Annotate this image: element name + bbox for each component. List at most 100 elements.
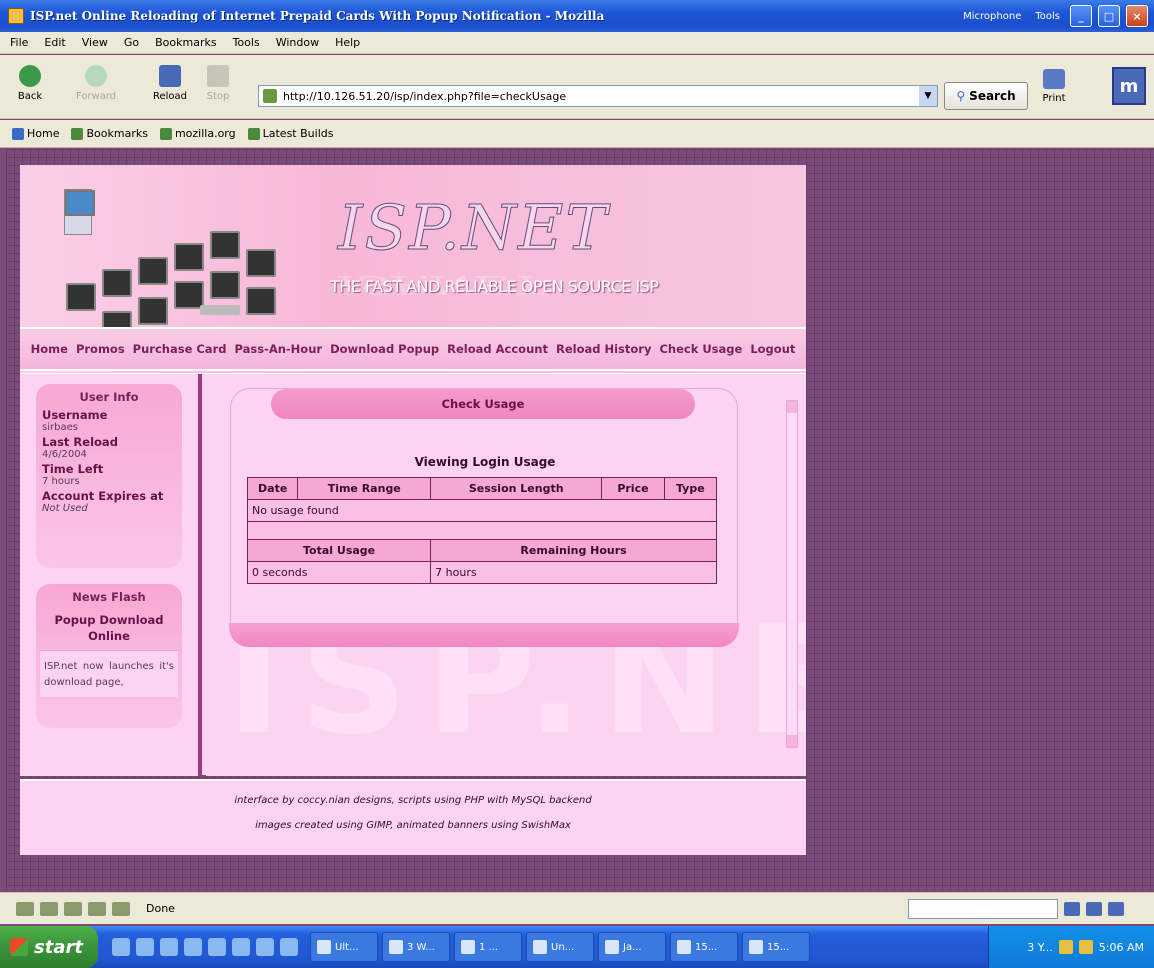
quick-launch: [112, 938, 298, 956]
task-button[interactable]: Ult...: [310, 932, 378, 962]
scroll-down-icon[interactable]: [787, 735, 797, 747]
site-footer: interface by coccy.nian designs, scripts…: [20, 779, 806, 855]
content-area: ISP.NET Check Usage Viewing Login Usage …: [206, 374, 806, 776]
task-button[interactable]: 15...: [742, 932, 810, 962]
app-icon[interactable]: [208, 938, 226, 956]
clock[interactable]: 5:06 AM: [1099, 941, 1144, 954]
folder-icon[interactable]: [256, 938, 274, 956]
chat-icon[interactable]: [112, 901, 130, 916]
home-bookmark-label: Home: [27, 127, 60, 140]
stop-icon: [207, 65, 229, 87]
page-icon: [263, 89, 277, 103]
personal-toolbar: Home Bookmarks mozilla.org Latest Builds: [0, 120, 1154, 148]
task-label: Un...: [551, 941, 575, 953]
stop-button[interactable]: Stop: [196, 61, 240, 111]
app-icon[interactable]: [280, 938, 298, 956]
browser-icon[interactable]: [160, 938, 178, 956]
nav-home[interactable]: Home: [31, 342, 68, 356]
news-headline[interactable]: Popup Download Online: [44, 612, 174, 644]
total-usage-value: 0 seconds: [246, 561, 432, 584]
site-nav: Home Promos Purchase Card Pass-An-Hour D…: [20, 327, 806, 371]
back-button[interactable]: Back: [8, 61, 52, 111]
nav-reload-history[interactable]: Reload History: [556, 342, 651, 356]
app-icon: [8, 8, 24, 24]
task-label: 15...: [767, 941, 790, 953]
site-logo-reflection: ISP.NET: [338, 270, 546, 299]
nav-purchase-card[interactable]: Purchase Card: [133, 342, 227, 356]
app-icon[interactable]: [184, 938, 202, 956]
menu-edit[interactable]: Edit: [44, 36, 65, 49]
bookmarks-folder[interactable]: Bookmarks: [71, 127, 148, 140]
menu-file[interactable]: File: [10, 36, 28, 49]
monitor-icon: [65, 190, 95, 216]
monitor-icon: [174, 243, 204, 271]
scroll-up-icon[interactable]: [787, 401, 797, 413]
latest-builds-bookmark[interactable]: Latest Builds: [247, 127, 333, 140]
table-header-row: Date Time Range Session Length Price Typ…: [246, 477, 718, 500]
close-button[interactable]: ×: [1126, 5, 1148, 27]
bookmarks-folder-label: Bookmarks: [86, 127, 148, 140]
ie-icon[interactable]: [136, 938, 154, 956]
maximize-button[interactable]: □: [1098, 5, 1120, 27]
forward-button[interactable]: Forward: [74, 61, 118, 111]
home-bookmark[interactable]: Home: [12, 127, 59, 140]
nav-promos[interactable]: Promos: [76, 342, 125, 356]
navigator-icon[interactable]: [16, 901, 34, 916]
task-label: Ult...: [335, 941, 359, 953]
online-icon[interactable]: [1064, 901, 1080, 916]
menu-tools[interactable]: Tools: [233, 36, 260, 49]
microphone-button[interactable]: Microphone: [959, 9, 1025, 24]
lock-icon[interactable]: [1108, 901, 1124, 916]
last-reload-value: 4/6/2004: [42, 449, 87, 460]
nav-logout[interactable]: Logout: [750, 342, 795, 356]
check-usage-card: Check Usage Viewing Login Usage Date Tim…: [229, 388, 739, 647]
tools-button[interactable]: Tools: [1031, 9, 1064, 24]
tray-task-label[interactable]: 3 Y...: [1027, 941, 1052, 954]
app-icon[interactable]: [232, 938, 250, 956]
composer-icon[interactable]: [64, 901, 82, 916]
security-icon[interactable]: [1086, 901, 1102, 916]
task-button[interactable]: Ja...: [598, 932, 666, 962]
menu-view[interactable]: View: [82, 36, 108, 49]
nav-check-usage[interactable]: Check Usage: [659, 342, 742, 356]
menu-bookmarks[interactable]: Bookmarks: [155, 36, 216, 49]
address-book-icon[interactable]: [88, 901, 106, 916]
task-label: 1 ...: [479, 941, 499, 953]
chevron-down-icon[interactable]: ▼: [919, 86, 937, 106]
menu-bar: File Edit View Go Bookmarks Tools Window…: [0, 32, 1154, 54]
minimize-button[interactable]: _: [1070, 5, 1092, 27]
bookmark-icon: [159, 127, 172, 140]
scrollbar[interactable]: [786, 400, 798, 748]
nav-download-popup[interactable]: Download Popup: [330, 342, 439, 356]
ie-icon[interactable]: [112, 938, 130, 956]
keyboard-icon: [200, 305, 240, 315]
sidebar: User Info Username sirbaes Last Reload 4…: [20, 374, 202, 776]
reload-label: Reload: [152, 91, 188, 102]
table-row: 0 seconds 7 hours: [246, 561, 717, 584]
url-bar[interactable]: http://10.126.51.20/isp/index.php?file=c…: [258, 85, 938, 107]
task-button[interactable]: 15...: [670, 932, 738, 962]
task-button[interactable]: 3 W...: [382, 932, 450, 962]
tray-icon[interactable]: [1078, 940, 1093, 954]
tray-icon[interactable]: [1058, 940, 1073, 954]
task-button[interactable]: 1 ...: [454, 932, 522, 962]
main-area: User Info Username sirbaes Last Reload 4…: [20, 373, 806, 776]
menu-go[interactable]: Go: [124, 36, 139, 49]
mail-icon[interactable]: [40, 901, 58, 916]
monitor-icon: [210, 231, 240, 259]
col-price: Price: [601, 477, 665, 500]
search-button[interactable]: ⚲ Search: [944, 82, 1028, 110]
menu-window[interactable]: Window: [276, 36, 319, 49]
task-button[interactable]: Un...: [526, 932, 594, 962]
reload-button[interactable]: Reload: [148, 61, 192, 111]
task-icon: [533, 940, 547, 954]
printer-icon: [1043, 69, 1065, 89]
print-button[interactable]: Print: [1034, 63, 1074, 113]
menu-help[interactable]: Help: [335, 36, 360, 49]
nav-pass-an-hour[interactable]: Pass-An-Hour: [234, 342, 322, 356]
nav-reload-account[interactable]: Reload Account: [447, 342, 548, 356]
mozilla-org-bookmark[interactable]: mozilla.org: [159, 127, 236, 140]
start-button[interactable]: start: [0, 926, 98, 968]
status-icons: [1064, 901, 1144, 916]
forward-label: Forward: [75, 91, 117, 102]
